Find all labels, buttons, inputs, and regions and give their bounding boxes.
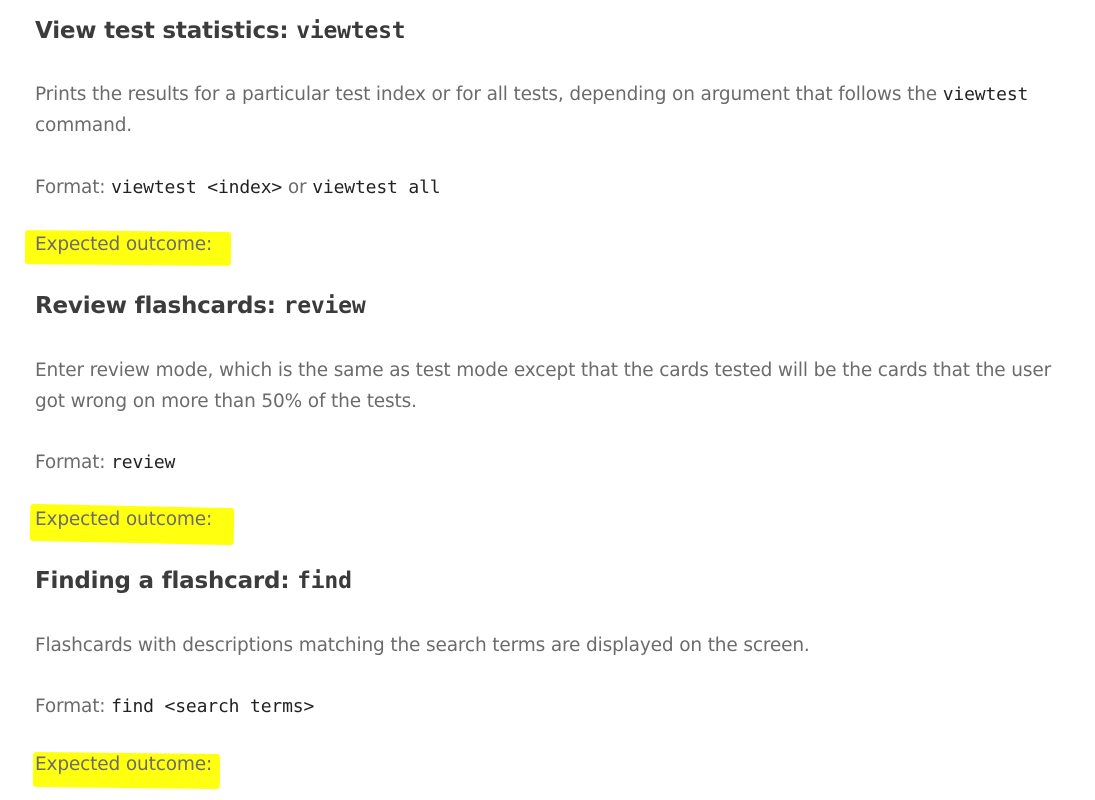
format-line: Format: viewtest <index> or viewtest all [35,172,441,203]
expected-outcome-label: Expected outcome: [35,754,213,775]
format-label: Format: [35,696,112,717]
format-line: Format: review [35,447,175,478]
format-code: find <search terms> [111,696,315,717]
expected-outcome-label: Expected outcome: [35,234,213,255]
format-code: review [111,452,176,473]
format-label: Format: [35,177,112,198]
heading-code: review [283,293,366,319]
section-heading-find: Finding a flashcard: find [35,568,352,594]
format-code: viewtest <index> [111,177,283,198]
format-line: Format: find <search terms> [35,691,314,722]
format-or: or [282,177,313,198]
section-heading-viewtest: View test statistics: viewtest [35,18,406,44]
heading-code: viewtest [296,18,406,44]
heading-text: View test statistics: [35,18,297,44]
expected-outcome-label: Expected outcome: [35,509,213,530]
section-heading-review: Review flashcards: review [35,293,366,319]
description-text: Prints the results for a particular test… [35,84,943,105]
heading-code: find [297,568,352,594]
document-page: View test statistics: viewtest Prints th… [0,0,1095,800]
heading-text: Finding a flashcard: [35,568,298,594]
inline-code: viewtest [942,84,1029,105]
section-description: Prints the results for a particular test… [35,79,1075,141]
format-label: Format: [35,452,112,473]
format-code: viewtest all [312,177,441,198]
heading-text: Review flashcards: [35,293,284,319]
description-text: command. [35,115,133,136]
section-description: Enter review mode, which is the same as … [35,360,1052,412]
section-description: Flashcards with descriptions matching th… [35,635,810,656]
